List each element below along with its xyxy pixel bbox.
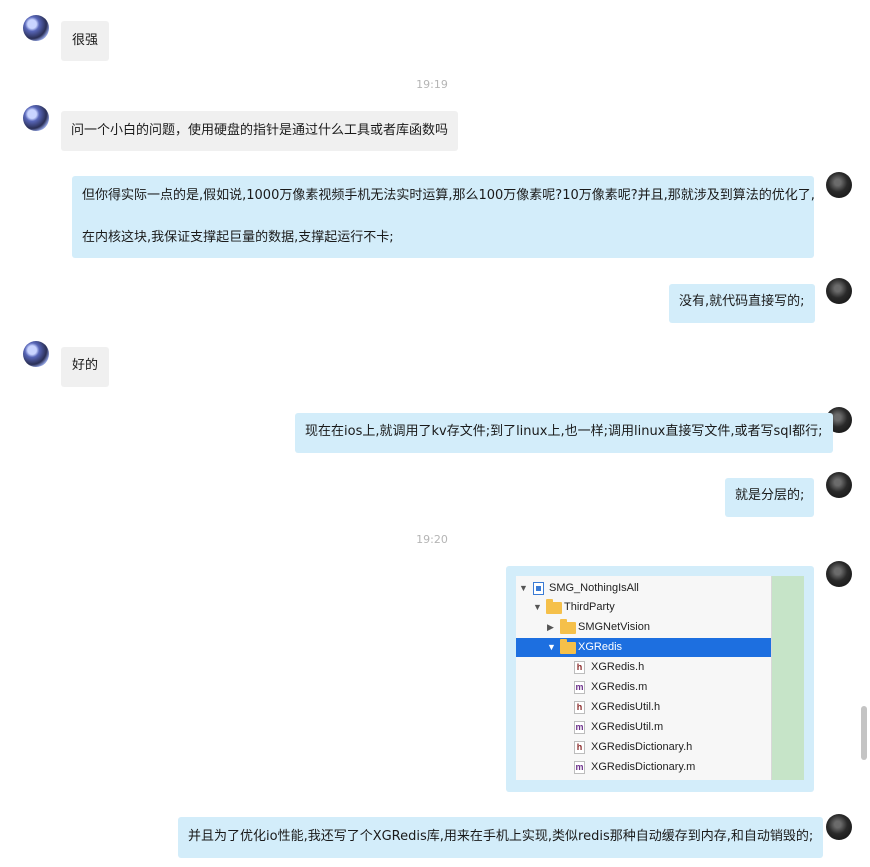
tree-row-file: m XGRedis.m [516,678,771,697]
tree-label: XGRedis [578,641,623,653]
tree-label: XGRedisDictionary.h [591,741,693,753]
tree-label: SMG_NothingIsAll [549,582,639,594]
project-navigator: ▼ SMG_NothingIsAll ▼ ThirdParty ▶ SMGNet… [516,576,772,780]
incoming-message: 问一个小白的问题，使用硬盘的指针是通过什么工具或者库函数吗 [61,111,459,151]
outgoing-image-message[interactable]: ▼ SMG_NothingIsAll ▼ ThirdParty ▶ SMGNet… [506,566,814,792]
tree-label: SMGNetVision [578,621,650,633]
disclosure-collapsed-icon: ▶ [547,622,554,632]
outgoing-message: 现在在ios上,就调用了kv存文件;到了linux上,也一样;调用linux直接… [295,413,833,453]
folder-icon [560,639,576,654]
scrollbar-thumb[interactable] [861,706,867,760]
m-file-icon: m [574,681,585,694]
message-text: 现在在ios上,就调用了kv存文件;到了linux上,也一样;调用linux直接… [305,424,823,439]
tree-row-file: h XGRedisDictionary.h [516,738,771,757]
incoming-message: 很强 [61,21,110,61]
xcode-navigator-screenshot[interactable]: ▼ SMG_NothingIsAll ▼ ThirdParty ▶ SMGNet… [516,576,804,780]
h-file-icon: h [574,701,585,714]
tree-label: XGRedisDictionary.m [591,761,696,773]
project-icon [533,582,544,595]
tree-label: XGRedis.h [591,661,645,673]
my-avatar[interactable] [826,561,852,587]
outgoing-message: 就是分层的; [725,478,815,517]
contact-avatar[interactable] [23,15,49,41]
chat-view: 很强 19:19 问一个小白的问题，使用硬盘的指针是通过什么工具或者库函数吗 但… [0,0,870,867]
tree-row-file: h XGRedis.h [516,658,771,677]
tree-row-folder: ▶ SMGNetVision [516,618,771,637]
folder-icon [560,619,576,634]
message-text: 问一个小白的问题，使用硬盘的指针是通过什么工具或者库函数吗 [71,123,449,138]
message-text-line: 在内核这块,我保证支撑起巨量的数据,支撑起运行不卡; [82,230,394,245]
outgoing-message: 但你得实际一点的是,假如说,1000万像素视频手机无法实时运算,那么100万像素… [72,176,815,258]
folder-icon [546,599,562,614]
disclosure-expanded-icon: ▼ [533,602,542,612]
incoming-message: 好的 [61,347,110,387]
tree-row-file: m XGRedisDictionary.m [516,758,771,777]
message-text: 并且为了优化io性能,我还写了个XGRedis库,用来在手机上实现,类似redi… [188,829,814,844]
editor-strip [771,576,804,780]
tree-row-folder-selected: ▼ XGRedis [516,638,771,657]
tree-label: XGRedis.m [591,681,648,693]
message-text: 没有,就代码直接写的; [679,294,805,309]
my-avatar[interactable] [826,472,852,498]
disclosure-expanded-icon: ▼ [547,642,556,652]
message-text: 就是分层的; [735,488,805,503]
m-file-icon: m [574,721,585,734]
tree-label: XGRedisUtil.m [591,721,664,733]
my-avatar[interactable] [826,278,852,304]
contact-avatar[interactable] [23,341,49,367]
my-avatar[interactable] [826,814,852,840]
tree-row-file: h XGRedisUtil.h [516,698,771,717]
message-text: 很强 [72,33,99,48]
m-file-icon: m [574,761,585,774]
tree-row-project: ▼ SMG_NothingIsAll [516,579,771,598]
tree-label: XGRedisUtil.h [591,701,661,713]
message-text-line: 但你得实际一点的是,假如说,1000万像素视频手机无法实时运算,那么100万像素… [82,188,815,203]
message-text: 好的 [72,358,99,373]
h-file-icon: h [574,741,585,754]
tree-row-file: m XGRedisUtil.m [516,718,771,737]
timestamp: 19:19 [416,78,448,91]
tree-label: ThirdParty [564,601,615,613]
my-avatar[interactable] [826,172,852,198]
outgoing-message: 并且为了优化io性能,我还写了个XGRedis库,用来在手机上实现,类似redi… [178,817,824,858]
h-file-icon: h [574,661,585,674]
outgoing-message: 没有,就代码直接写的; [669,284,815,323]
disclosure-expanded-icon: ▼ [519,583,528,593]
timestamp: 19:20 [416,533,448,546]
contact-avatar[interactable] [23,105,49,131]
tree-row-folder: ▼ ThirdParty [516,598,771,617]
